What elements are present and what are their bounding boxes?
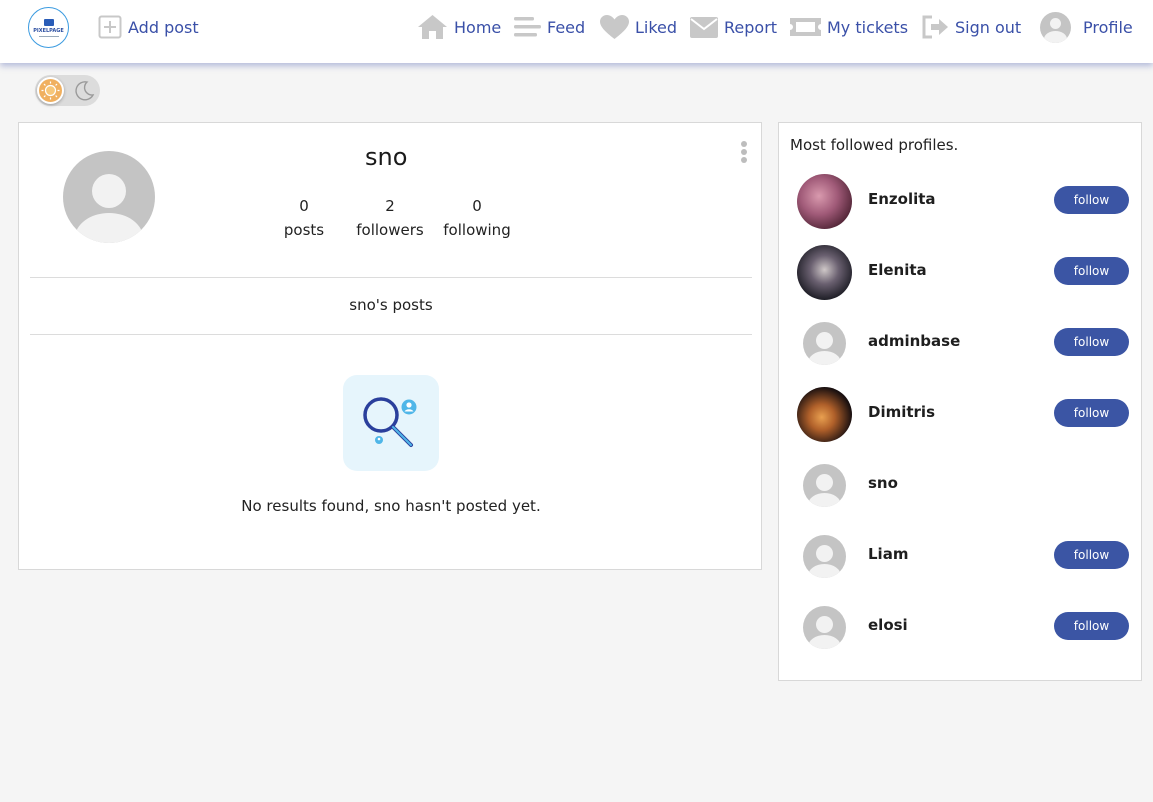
nav-liked[interactable]: Liked xyxy=(600,14,677,40)
profile-card: sno 0 posts 2 followers 0 following sno'… xyxy=(18,122,762,570)
profile-name[interactable]: Enzolita xyxy=(868,190,936,208)
follow-button[interactable]: follow xyxy=(1054,257,1129,285)
avatar xyxy=(797,174,852,229)
search-user-icon xyxy=(343,375,439,471)
stat-followers-label: followers xyxy=(356,221,424,239)
add-post-button[interactable]: Add post xyxy=(98,14,199,40)
follow-button[interactable]: follow xyxy=(1054,541,1129,569)
stat-posts: 0 posts xyxy=(279,194,329,242)
avatar xyxy=(803,322,846,365)
nav-report[interactable]: Report xyxy=(690,14,777,40)
profile-row[interactable]: Enzolita follow xyxy=(779,171,1141,231)
stat-posts-label: posts xyxy=(283,221,325,239)
nav-my-tickets[interactable]: My tickets xyxy=(790,14,908,40)
profile-avatar xyxy=(63,151,155,243)
stat-followers-value: 2 xyxy=(385,197,395,215)
divider xyxy=(30,334,752,335)
avatar xyxy=(803,464,846,507)
envelope-icon xyxy=(690,16,718,38)
empty-state-message: No results found, sno hasn't posted yet. xyxy=(241,497,541,515)
stat-followers[interactable]: 2 followers xyxy=(352,194,428,242)
user-avatar xyxy=(1040,11,1071,43)
feed-lines-icon xyxy=(514,17,541,37)
sun-icon xyxy=(37,77,64,104)
nav-profile[interactable]: Profile xyxy=(1040,11,1133,43)
nav-home[interactable]: Home xyxy=(417,14,501,40)
avatar xyxy=(797,245,852,300)
profile-name[interactable]: Liam xyxy=(868,545,908,563)
top-navbar: PIXELPAGE Add post Home Feed Liked Repor… xyxy=(0,0,1153,63)
follow-button[interactable]: follow xyxy=(1054,399,1129,427)
stat-following-value: 0 xyxy=(472,197,482,215)
add-post-label: Add post xyxy=(128,17,199,37)
profile-row[interactable]: Elenita follow xyxy=(779,242,1141,302)
profile-name[interactable]: Elenita xyxy=(868,261,927,279)
nav-feed[interactable]: Feed xyxy=(514,14,585,40)
avatar xyxy=(803,535,846,578)
more-options-icon[interactable] xyxy=(740,141,748,165)
avatar xyxy=(803,606,846,649)
profile-row[interactable]: elosi follow xyxy=(779,597,1141,657)
nav-report-label: Report xyxy=(724,17,778,37)
nav-tickets-label: My tickets xyxy=(827,17,909,37)
heart-icon xyxy=(600,14,629,39)
stat-following-label: following xyxy=(443,221,511,239)
follow-button[interactable]: follow xyxy=(1054,328,1129,356)
nav-feed-label: Feed xyxy=(547,17,586,37)
divider xyxy=(30,277,752,278)
nav-liked-label: Liked xyxy=(635,17,678,37)
monitor-icon xyxy=(43,18,54,26)
logo-text: PIXELPAGE xyxy=(33,27,64,34)
most-followed-sidebar: Most followed profiles. Enzolita follow … xyxy=(778,122,1142,681)
profile-name[interactable]: Dimitris xyxy=(868,403,935,421)
stat-posts-value: 0 xyxy=(299,197,309,215)
profile-row[interactable]: Liam follow xyxy=(779,526,1141,586)
sign-out-icon xyxy=(922,15,948,39)
avatar xyxy=(797,387,852,442)
follow-button[interactable]: follow xyxy=(1054,186,1129,214)
home-icon xyxy=(418,15,447,39)
profile-name[interactable]: elosi xyxy=(868,616,908,634)
profile-row[interactable]: Dimitris follow xyxy=(779,384,1141,444)
app-logo[interactable]: PIXELPAGE xyxy=(28,7,69,48)
profile-name[interactable]: adminbase xyxy=(868,332,960,350)
nav-home-label: Home xyxy=(454,17,502,37)
stat-following[interactable]: 0 following xyxy=(439,194,515,242)
profile-name[interactable]: sno xyxy=(868,474,898,492)
posts-section-title: sno's posts xyxy=(349,296,433,314)
nav-profile-label: Profile xyxy=(1083,17,1133,37)
moon-icon xyxy=(75,81,95,101)
sidebar-title: Most followed profiles. xyxy=(790,136,959,154)
profile-row[interactable]: sno xyxy=(779,455,1141,515)
nav-signout-label: Sign out xyxy=(955,17,1022,37)
nav-sign-out[interactable]: Sign out xyxy=(922,14,1021,40)
profile-row[interactable]: adminbase follow xyxy=(779,313,1141,373)
theme-toggle[interactable] xyxy=(35,75,100,106)
plus-square-icon xyxy=(98,15,122,39)
follow-button[interactable]: follow xyxy=(1054,612,1129,640)
ticket-icon xyxy=(790,18,821,36)
